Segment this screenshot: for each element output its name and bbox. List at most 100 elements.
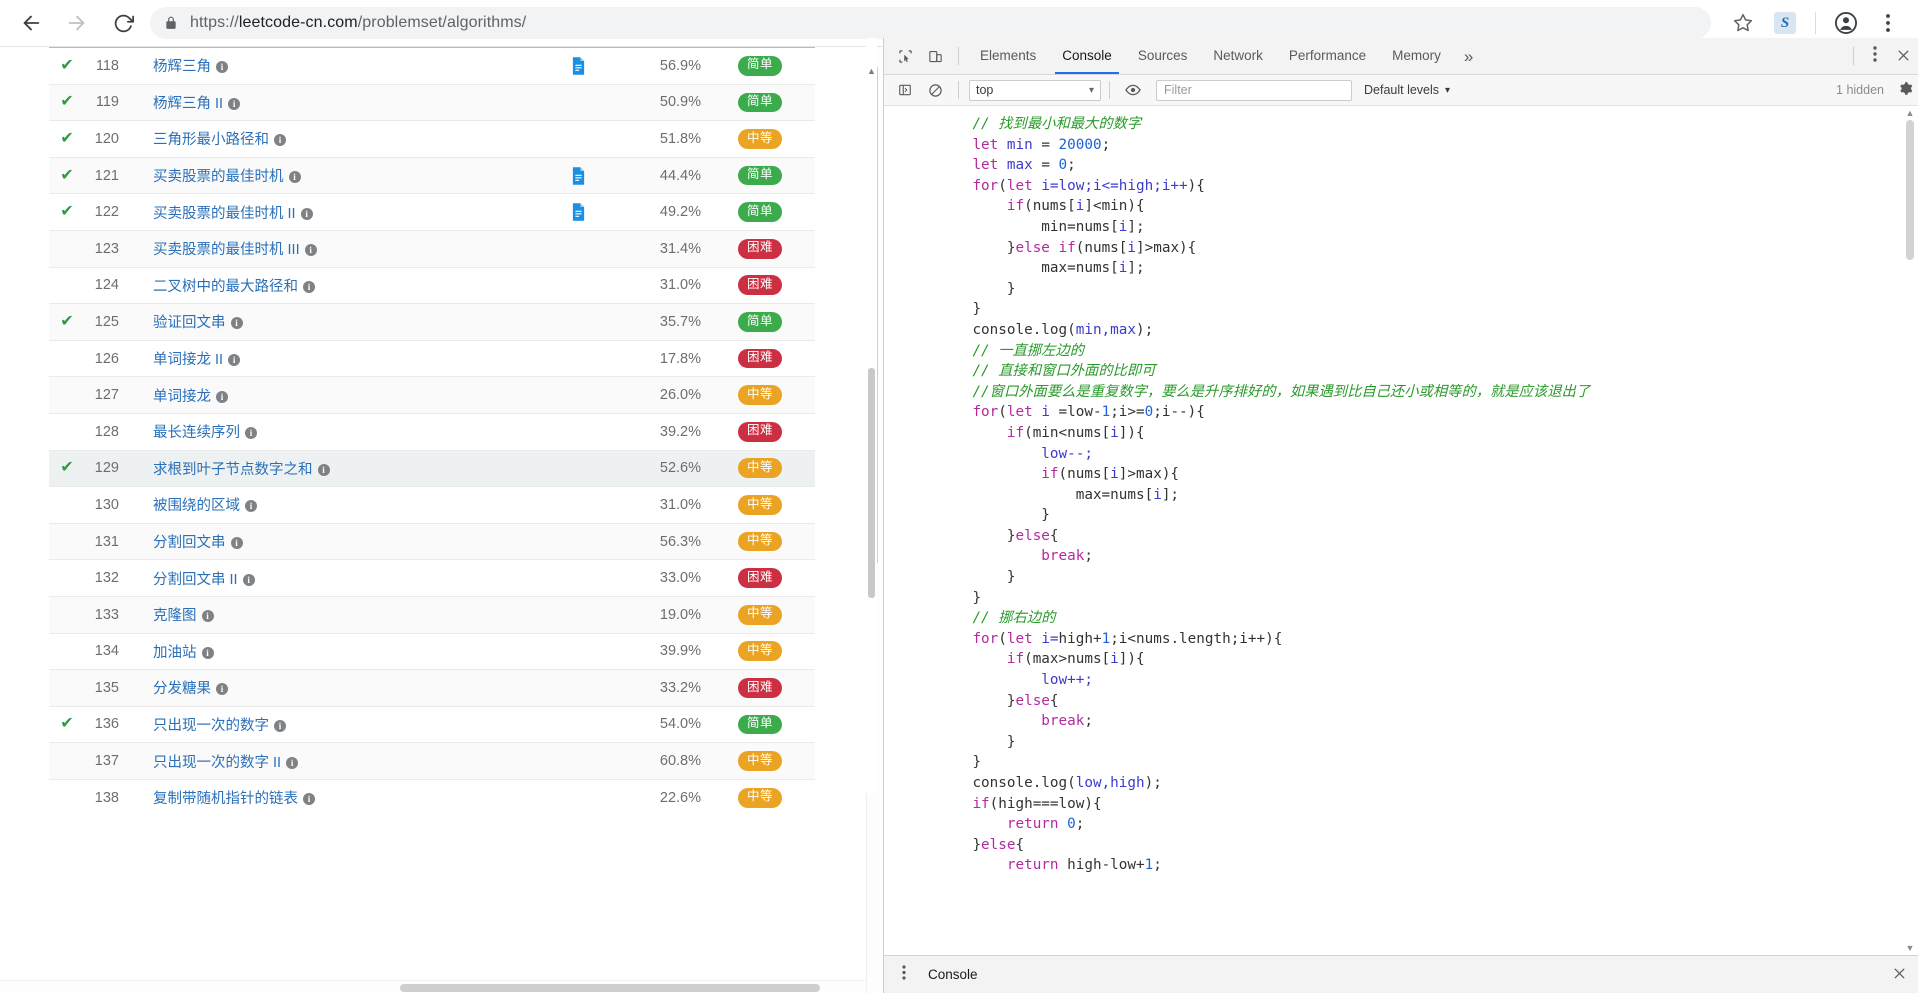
console-vertical-scrollbar[interactable]: ▲ ▼ bbox=[1904, 106, 1916, 955]
info-icon[interactable]: i bbox=[228, 354, 241, 367]
log-levels-select[interactable]: Default levels ▾ bbox=[1364, 83, 1450, 97]
chevron-double-right-icon[interactable]: » bbox=[1454, 48, 1483, 65]
table-row[interactable]: 137 只出现一次的数字 II i 60.8% 中等 bbox=[49, 742, 815, 779]
info-icon[interactable]: i bbox=[201, 610, 214, 623]
problem-title-link[interactable]: 最长连续序列 bbox=[153, 425, 240, 441]
drawer-tab-console[interactable]: Console bbox=[916, 956, 990, 993]
table-row[interactable]: 132 分割回文串 II i 33.0% 困难 bbox=[49, 559, 815, 596]
execution-context-select[interactable]: top ▾ bbox=[969, 79, 1101, 101]
table-row[interactable]: 131 分割回文串 i 56.3% 中等 bbox=[49, 522, 815, 560]
console-output[interactable]: // 找到最小和最大的数字 let min = 20000; let max =… bbox=[884, 106, 1918, 955]
cursor-inspect-icon[interactable] bbox=[890, 42, 920, 70]
problem-title-link[interactable]: 验证回文串 bbox=[153, 315, 226, 331]
problem-title-link[interactable]: 加油站 bbox=[153, 645, 197, 661]
problem-title-link[interactable]: 复制带随机指针的链表 bbox=[153, 791, 298, 807]
problem-title-link[interactable]: 单词接龙 II bbox=[153, 352, 223, 368]
table-row[interactable]: 134 加油站 i 39.9% 中等 bbox=[49, 632, 815, 670]
forward-arrow-icon[interactable] bbox=[56, 2, 98, 44]
table-row[interactable]: 123 买卖股票的最佳时机 III i 31.4% 困难 bbox=[49, 229, 815, 267]
info-icon[interactable]: i bbox=[228, 97, 241, 110]
info-icon[interactable]: i bbox=[317, 463, 330, 476]
info-icon[interactable]: i bbox=[304, 244, 317, 257]
info-icon[interactable]: i bbox=[216, 390, 228, 403]
vertical-dots-icon[interactable] bbox=[1862, 45, 1888, 67]
clear-console-icon[interactable] bbox=[920, 76, 950, 104]
problem-title-link[interactable]: 杨辉三角 bbox=[153, 59, 211, 75]
info-icon[interactable]: i bbox=[300, 207, 313, 220]
problem-title-link[interactable]: 被围绕的区域 bbox=[153, 498, 240, 514]
info-icon[interactable]: i bbox=[216, 61, 228, 74]
info-icon[interactable]: i bbox=[274, 719, 286, 732]
info-icon[interactable]: i bbox=[303, 280, 315, 293]
solution-doc-icon[interactable] bbox=[543, 57, 613, 75]
table-row[interactable]: ✔ 136 只出现一次的数字 i 54.0% 简单 bbox=[49, 705, 815, 743]
problem-title-link[interactable]: 三角形最小路径和 bbox=[153, 132, 269, 148]
table-row[interactable]: ✔ 125 验证回文串 i 35.7% 简单 bbox=[49, 303, 815, 340]
table-row[interactable]: ✔ 129 求根到叶子节点数字之和 i 52.6% 中等 bbox=[49, 449, 815, 487]
devtools-scroll-thumb[interactable] bbox=[868, 368, 875, 598]
problem-title-link[interactable]: 买卖股票的最佳时机 bbox=[153, 169, 284, 185]
scroll-up-arrow-icon[interactable]: ▲ bbox=[867, 66, 876, 76]
info-icon[interactable]: i bbox=[216, 683, 228, 696]
live-expression-icon[interactable] bbox=[1118, 76, 1148, 104]
table-row[interactable]: 135 分发糖果 i 33.2% 困难 bbox=[49, 669, 815, 706]
problem-title-link[interactable]: 分割回文串 II bbox=[153, 572, 238, 588]
table-row[interactable]: ✔ 122 买卖股票的最佳时机 II i 49.2% 简单 bbox=[49, 193, 815, 230]
info-icon[interactable]: i bbox=[303, 793, 315, 806]
table-row[interactable]: 133 克隆图 i 19.0% 中等 bbox=[49, 595, 815, 633]
close-icon[interactable] bbox=[1893, 964, 1918, 985]
back-arrow-icon[interactable] bbox=[10, 2, 52, 44]
info-icon[interactable]: i bbox=[286, 756, 299, 769]
info-icon[interactable]: i bbox=[274, 134, 286, 147]
info-icon[interactable]: i bbox=[245, 500, 257, 513]
tab-network[interactable]: Network bbox=[1200, 38, 1276, 74]
address-bar[interactable]: https://leetcode-cn.com/problemset/algor… bbox=[150, 7, 1711, 39]
console-scroll-thumb[interactable] bbox=[1906, 120, 1914, 260]
tab-memory[interactable]: Memory bbox=[1379, 38, 1454, 74]
info-icon[interactable]: i bbox=[288, 171, 301, 184]
problem-title-link[interactable]: 只出现一次的数字 bbox=[153, 718, 269, 734]
device-toolbar-icon[interactable] bbox=[920, 42, 950, 70]
extension-icon[interactable]: S bbox=[1765, 3, 1805, 43]
table-row[interactable]: ✔ 118 杨辉三角 i 56.9% 简单 bbox=[49, 47, 815, 84]
table-row[interactable]: ✔ 119 杨辉三角 II i 50.9% 简单 bbox=[49, 83, 815, 121]
table-row[interactable]: 138 复制带随机指针的链表 i 22.6% 中等 bbox=[49, 778, 815, 816]
problem-title-link[interactable]: 买卖股票的最佳时机 III bbox=[153, 242, 300, 258]
problem-title-link[interactable]: 杨辉三角 II bbox=[153, 96, 223, 112]
info-icon[interactable]: i bbox=[242, 573, 255, 586]
account-icon[interactable] bbox=[1826, 3, 1866, 43]
tab-elements[interactable]: Elements bbox=[967, 38, 1049, 74]
reload-icon[interactable] bbox=[102, 2, 144, 44]
tab-console[interactable]: Console bbox=[1049, 38, 1125, 74]
settings-gear-icon[interactable] bbox=[1892, 81, 1918, 99]
info-icon[interactable]: i bbox=[230, 317, 243, 330]
console-sidebar-icon[interactable] bbox=[890, 76, 920, 104]
solution-doc-icon[interactable] bbox=[543, 166, 613, 185]
scroll-up-arrow-icon[interactable]: ▲ bbox=[1904, 108, 1916, 118]
table-row[interactable]: ✔ 120 三角形最小路径和 i 51.8% 中等 bbox=[49, 120, 815, 157]
problem-title-link[interactable]: 分割回文串 bbox=[153, 535, 226, 551]
tab-performance[interactable]: Performance bbox=[1276, 38, 1379, 74]
problem-title-link[interactable]: 求根到叶子节点数字之和 bbox=[153, 462, 313, 478]
problem-title-link[interactable]: 克隆图 bbox=[153, 608, 197, 624]
table-row[interactable]: 127 单词接龙 i 26.0% 中等 bbox=[49, 376, 815, 413]
table-row[interactable]: 124 二叉树中的最大路径和 i 31.0% 困难 bbox=[49, 266, 815, 304]
page-horizontal-scrollbar[interactable] bbox=[0, 980, 866, 993]
table-row[interactable]: 128 最长连续序列 i 39.2% 困难 bbox=[49, 412, 815, 450]
page-hscroll-thumb[interactable] bbox=[400, 984, 820, 992]
close-icon[interactable] bbox=[1888, 46, 1918, 67]
table-row[interactable]: 130 被围绕的区域 i 31.0% 中等 bbox=[49, 486, 815, 523]
vertical-dots-icon[interactable] bbox=[892, 964, 916, 985]
info-icon[interactable]: i bbox=[230, 537, 243, 550]
star-icon[interactable] bbox=[1723, 3, 1763, 43]
problem-title-link[interactable]: 只出现一次的数字 II bbox=[153, 755, 281, 771]
solution-doc-icon[interactable] bbox=[543, 203, 613, 221]
info-icon[interactable]: i bbox=[201, 646, 214, 659]
table-row[interactable]: ✔ 121 买卖股票的最佳时机 i 44.4% 简单 bbox=[49, 156, 815, 194]
table-row[interactable]: 126 单词接龙 II i 17.8% 困难 bbox=[49, 339, 815, 377]
problem-title-link[interactable]: 买卖股票的最佳时机 II bbox=[153, 206, 296, 222]
problem-title-link[interactable]: 二叉树中的最大路径和 bbox=[153, 279, 298, 295]
problem-title-link[interactable]: 分发糖果 bbox=[153, 681, 211, 697]
filter-input[interactable]: Filter bbox=[1156, 79, 1352, 101]
devtools-left-scroll-strip[interactable]: ▲ bbox=[866, 38, 877, 793]
